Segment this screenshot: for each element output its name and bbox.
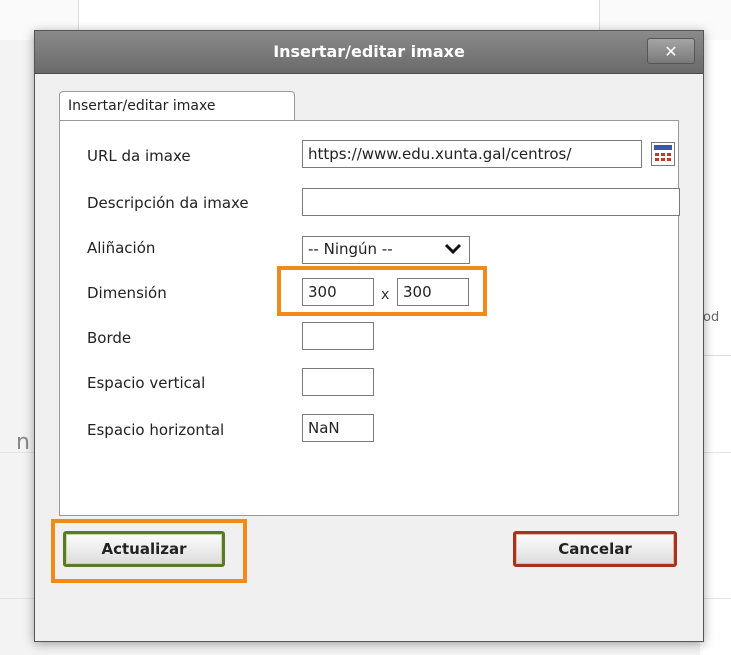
update-button[interactable]: Actualizar <box>63 531 225 567</box>
close-button[interactable]: ✕ <box>647 38 695 64</box>
close-icon: ✕ <box>664 42 678 61</box>
hspace-input[interactable] <box>302 414 374 442</box>
dimension-label: Dimensión <box>87 284 167 302</box>
alignment-select[interactable]: -- Ningún -- <box>302 236 470 264</box>
vspace-input[interactable] <box>302 368 374 396</box>
description-label: Descripción da imaxe <box>87 194 249 212</box>
background-divider <box>700 355 731 356</box>
alignment-selected-value: -- Ningún -- <box>308 240 393 258</box>
image-browser-icon[interactable] <box>651 142 675 166</box>
cancel-button[interactable]: Cancelar <box>513 531 677 567</box>
dialog-titlebar[interactable]: Insertar/editar imaxe ✕ <box>35 31 703 74</box>
url-label: URL da imaxe <box>87 147 191 165</box>
alignment-label: Aliñación <box>87 239 156 257</box>
dimension-highlight <box>277 266 487 316</box>
dialog-form-panel <box>59 120 679 516</box>
hspace-label: Espacio horizontal <box>87 421 225 439</box>
background-right-column <box>700 40 731 655</box>
chevron-down-icon <box>444 243 462 255</box>
url-input[interactable] <box>302 140 642 168</box>
insert-image-dialog: Insertar/editar imaxe ✕ Insertar/editar … <box>34 30 704 642</box>
border-label: Borde <box>87 329 132 347</box>
description-input[interactable] <box>302 188 680 216</box>
dialog-title: Insertar/editar imaxe <box>273 42 465 61</box>
border-input[interactable] <box>302 322 374 350</box>
tab-insert-edit-image[interactable]: Insertar/editar imaxe <box>59 91 295 121</box>
vspace-label: Espacio vertical <box>87 374 206 392</box>
